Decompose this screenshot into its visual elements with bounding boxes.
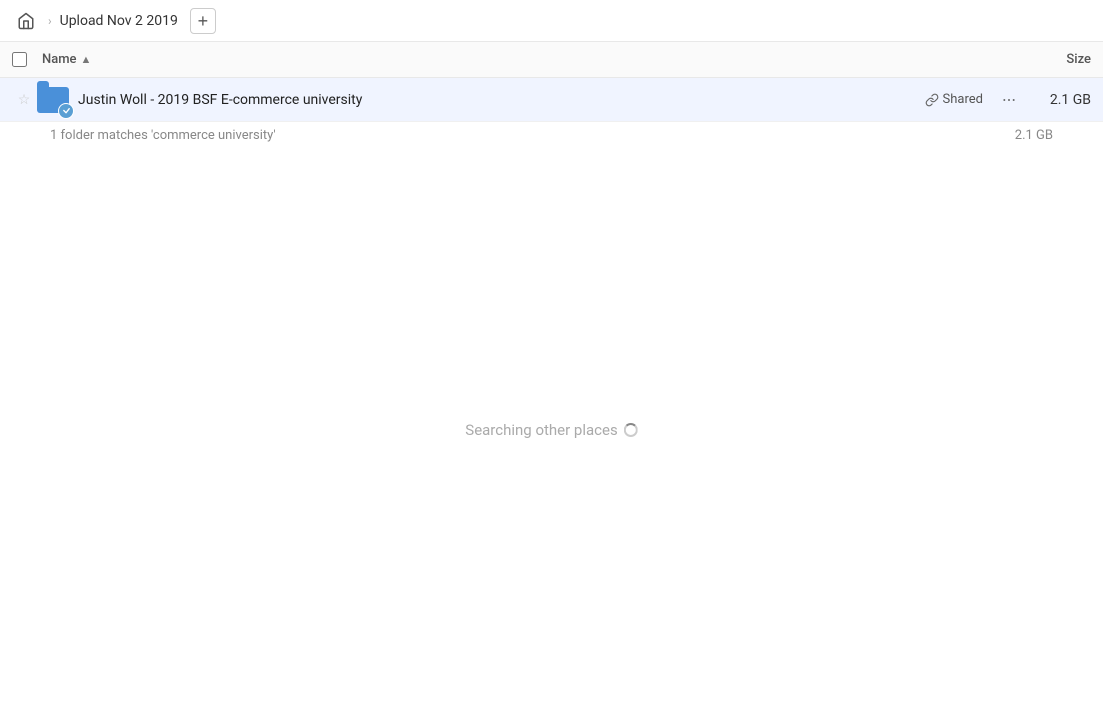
file-size: 2.1 GB bbox=[1031, 92, 1091, 108]
folder-icon-wrapper bbox=[36, 83, 70, 117]
header-bar: › Upload Nov 2 2019 + bbox=[0, 0, 1103, 42]
searching-status: Searching other places bbox=[465, 421, 637, 439]
home-button[interactable] bbox=[12, 7, 40, 35]
link-icon bbox=[925, 93, 939, 107]
breadcrumb-label: Upload Nov 2 2019 bbox=[60, 13, 178, 29]
main-content-area: Searching other places bbox=[0, 149, 1103, 699]
more-options-button[interactable] bbox=[995, 86, 1023, 114]
name-column-header[interactable]: Name ▲ bbox=[42, 52, 1011, 67]
select-all-checkbox[interactable] bbox=[12, 52, 27, 67]
loading-spinner bbox=[624, 423, 638, 437]
search-info-size: 2.1 GB bbox=[1015, 128, 1053, 143]
column-headers: Name ▲ Size bbox=[0, 42, 1103, 78]
breadcrumb-arrow: › bbox=[48, 14, 52, 28]
name-column-label: Name bbox=[42, 52, 77, 67]
folder-badge bbox=[58, 103, 74, 119]
file-row: ☆ Justin Woll - 2019 BSF E-commerce univ… bbox=[0, 78, 1103, 122]
searching-label: Searching other places bbox=[465, 421, 617, 439]
select-all-checkbox-col bbox=[12, 52, 42, 67]
star-icon: ☆ bbox=[18, 92, 31, 108]
search-info-bar: 1 folder matches 'commerce university' 2… bbox=[0, 122, 1103, 149]
shared-label: Shared bbox=[943, 92, 983, 107]
file-name[interactable]: Justin Woll - 2019 BSF E-commerce univer… bbox=[78, 92, 362, 108]
more-icon bbox=[1001, 92, 1017, 108]
star-button[interactable]: ☆ bbox=[12, 92, 36, 108]
search-info-text: 1 folder matches 'commerce university' bbox=[50, 128, 1015, 143]
add-button[interactable]: + bbox=[190, 8, 216, 34]
size-column-label: Size bbox=[1066, 52, 1091, 67]
shared-badge: Shared bbox=[925, 92, 983, 107]
sort-arrow-icon: ▲ bbox=[81, 53, 92, 66]
size-column-header[interactable]: Size bbox=[1011, 52, 1091, 67]
file-name-col: Justin Woll - 2019 BSF E-commerce univer… bbox=[78, 92, 925, 108]
